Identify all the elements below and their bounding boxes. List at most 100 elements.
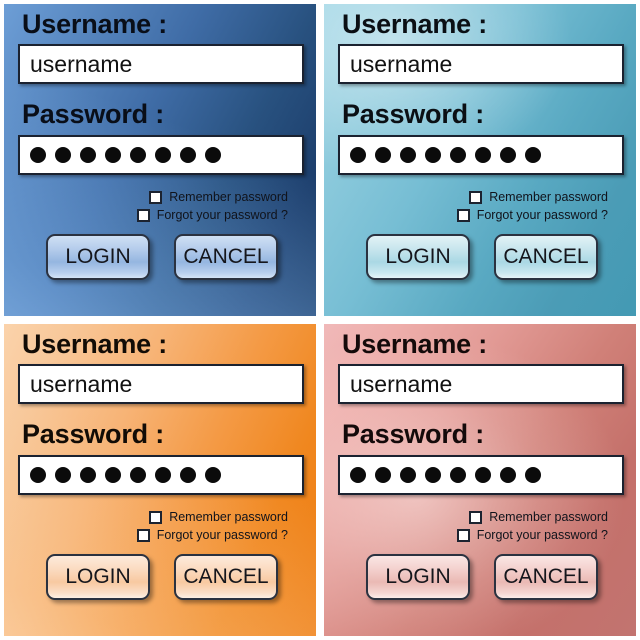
forgot-password-label: Forgot your password ? — [156, 207, 288, 222]
password-mask-dot — [500, 146, 516, 163]
forgot-password-checkbox[interactable] — [456, 208, 470, 222]
password-mask-dot — [350, 146, 366, 163]
options-group: Remember password Forgot your password ? — [18, 189, 288, 222]
cancel-button[interactable]: CANCEL — [174, 553, 278, 600]
action-buttons: LOGIN CANCEL — [18, 233, 304, 280]
password-mask-dot — [205, 146, 221, 163]
forgot-password-label: Forgot your password ? — [476, 527, 608, 542]
forgot-password-row[interactable]: Forgot your password ? — [456, 527, 608, 542]
remember-password-label: Remember password — [169, 509, 288, 524]
password-mask-dot — [400, 146, 416, 163]
forgot-password-checkbox[interactable] — [136, 208, 150, 222]
remember-password-row[interactable]: Remember password — [149, 509, 288, 524]
password-mask-dot — [80, 466, 96, 483]
remember-password-checkbox[interactable] — [469, 510, 483, 524]
action-buttons: LOGIN CANCEL — [338, 233, 624, 280]
username-input[interactable]: username — [18, 44, 304, 85]
remember-password-checkbox[interactable] — [149, 510, 163, 524]
password-mask-dot — [350, 466, 366, 483]
password-mask-dot — [180, 466, 196, 483]
cancel-button-label: CANCEL — [183, 244, 269, 268]
remember-password-label: Remember password — [169, 189, 288, 204]
password-input[interactable] — [18, 134, 304, 175]
cancel-button-label: CANCEL — [503, 564, 589, 588]
cancel-button[interactable]: CANCEL — [494, 233, 598, 280]
password-mask-dot — [130, 466, 146, 483]
cancel-button[interactable]: CANCEL — [174, 233, 278, 280]
username-input-value: username — [30, 370, 133, 397]
forgot-password-label: Forgot your password ? — [156, 527, 288, 542]
username-input[interactable]: username — [338, 44, 624, 85]
password-mask-dot — [55, 466, 71, 483]
password-mask-dot — [475, 146, 491, 163]
options-group: Remember password Forgot your password ? — [338, 509, 608, 542]
remember-password-label: Remember password — [489, 509, 608, 524]
panel-red: Username : username Password : Remember … — [324, 324, 636, 636]
forgot-password-label: Forgot your password ? — [476, 207, 608, 222]
login-button-label: LOGIN — [65, 564, 131, 588]
username-input[interactable]: username — [338, 364, 624, 405]
username-label: Username : — [22, 9, 168, 39]
password-mask-dot — [155, 146, 171, 163]
password-mask-dot — [425, 466, 441, 483]
remember-password-label: Remember password — [489, 189, 608, 204]
password-label: Password : — [342, 419, 485, 450]
password-input[interactable] — [338, 134, 624, 175]
username-input-value: username — [350, 50, 453, 77]
login-button[interactable]: LOGIN — [46, 233, 150, 280]
password-mask-dot — [525, 466, 541, 483]
remember-password-row[interactable]: Remember password — [149, 189, 288, 204]
username-input-value: username — [30, 50, 133, 77]
password-mask-dot — [400, 466, 416, 483]
remember-password-checkbox[interactable] — [469, 190, 483, 204]
username-input-value: username — [350, 370, 453, 397]
password-label: Password : — [22, 419, 165, 450]
remember-password-checkbox[interactable] — [149, 190, 163, 204]
password-mask-dot — [55, 146, 71, 163]
username-label: Username : — [22, 329, 168, 359]
username-label: Username : — [342, 329, 488, 359]
login-button[interactable]: LOGIN — [366, 233, 470, 280]
password-mask-dot — [475, 466, 491, 483]
password-mask-dots — [350, 146, 541, 163]
password-mask-dots — [30, 466, 221, 483]
login-panel-content: Username : username Password : Remember … — [338, 10, 624, 316]
login-panel-content: Username : username Password : Remember … — [18, 10, 304, 316]
remember-password-row[interactable]: Remember password — [469, 509, 608, 524]
password-mask-dot — [130, 146, 146, 163]
forgot-password-row[interactable]: Forgot your password ? — [456, 207, 608, 222]
username-input[interactable]: username — [18, 364, 304, 405]
remember-password-row[interactable]: Remember password — [469, 189, 608, 204]
password-input[interactable] — [338, 454, 624, 495]
forgot-password-checkbox[interactable] — [136, 528, 150, 542]
password-mask-dot — [80, 146, 96, 163]
login-button-label: LOGIN — [65, 244, 131, 268]
password-mask-dot — [375, 466, 391, 483]
panel-blue: Username : username Password : Remember … — [4, 4, 316, 316]
password-mask-dot — [500, 466, 516, 483]
login-panel-content: Username : username Password : Remember … — [338, 330, 624, 636]
cancel-button-label: CANCEL — [503, 244, 589, 268]
forgot-password-row[interactable]: Forgot your password ? — [136, 207, 288, 222]
password-input[interactable] — [18, 454, 304, 495]
password-label: Password : — [22, 99, 165, 130]
password-mask-dot — [105, 466, 121, 483]
login-button[interactable]: LOGIN — [46, 553, 150, 600]
login-form-grid: Username : username Password : Remember … — [0, 0, 640, 640]
forgot-password-checkbox[interactable] — [456, 528, 470, 542]
options-group: Remember password Forgot your password ? — [18, 509, 288, 542]
username-label: Username : — [342, 9, 488, 39]
password-mask-dot — [105, 146, 121, 163]
password-mask-dot — [205, 466, 221, 483]
cancel-button[interactable]: CANCEL — [494, 553, 598, 600]
password-mask-dot — [30, 466, 46, 483]
password-mask-dot — [450, 466, 466, 483]
forgot-password-row[interactable]: Forgot your password ? — [136, 527, 288, 542]
login-button[interactable]: LOGIN — [366, 553, 470, 600]
panel-orange: Username : username Password : Remember … — [4, 324, 316, 636]
options-group: Remember password Forgot your password ? — [338, 189, 608, 222]
panel-teal: Username : username Password : Remember … — [324, 4, 636, 316]
login-button-label: LOGIN — [385, 244, 451, 268]
login-button-label: LOGIN — [385, 564, 451, 588]
action-buttons: LOGIN CANCEL — [338, 553, 624, 600]
